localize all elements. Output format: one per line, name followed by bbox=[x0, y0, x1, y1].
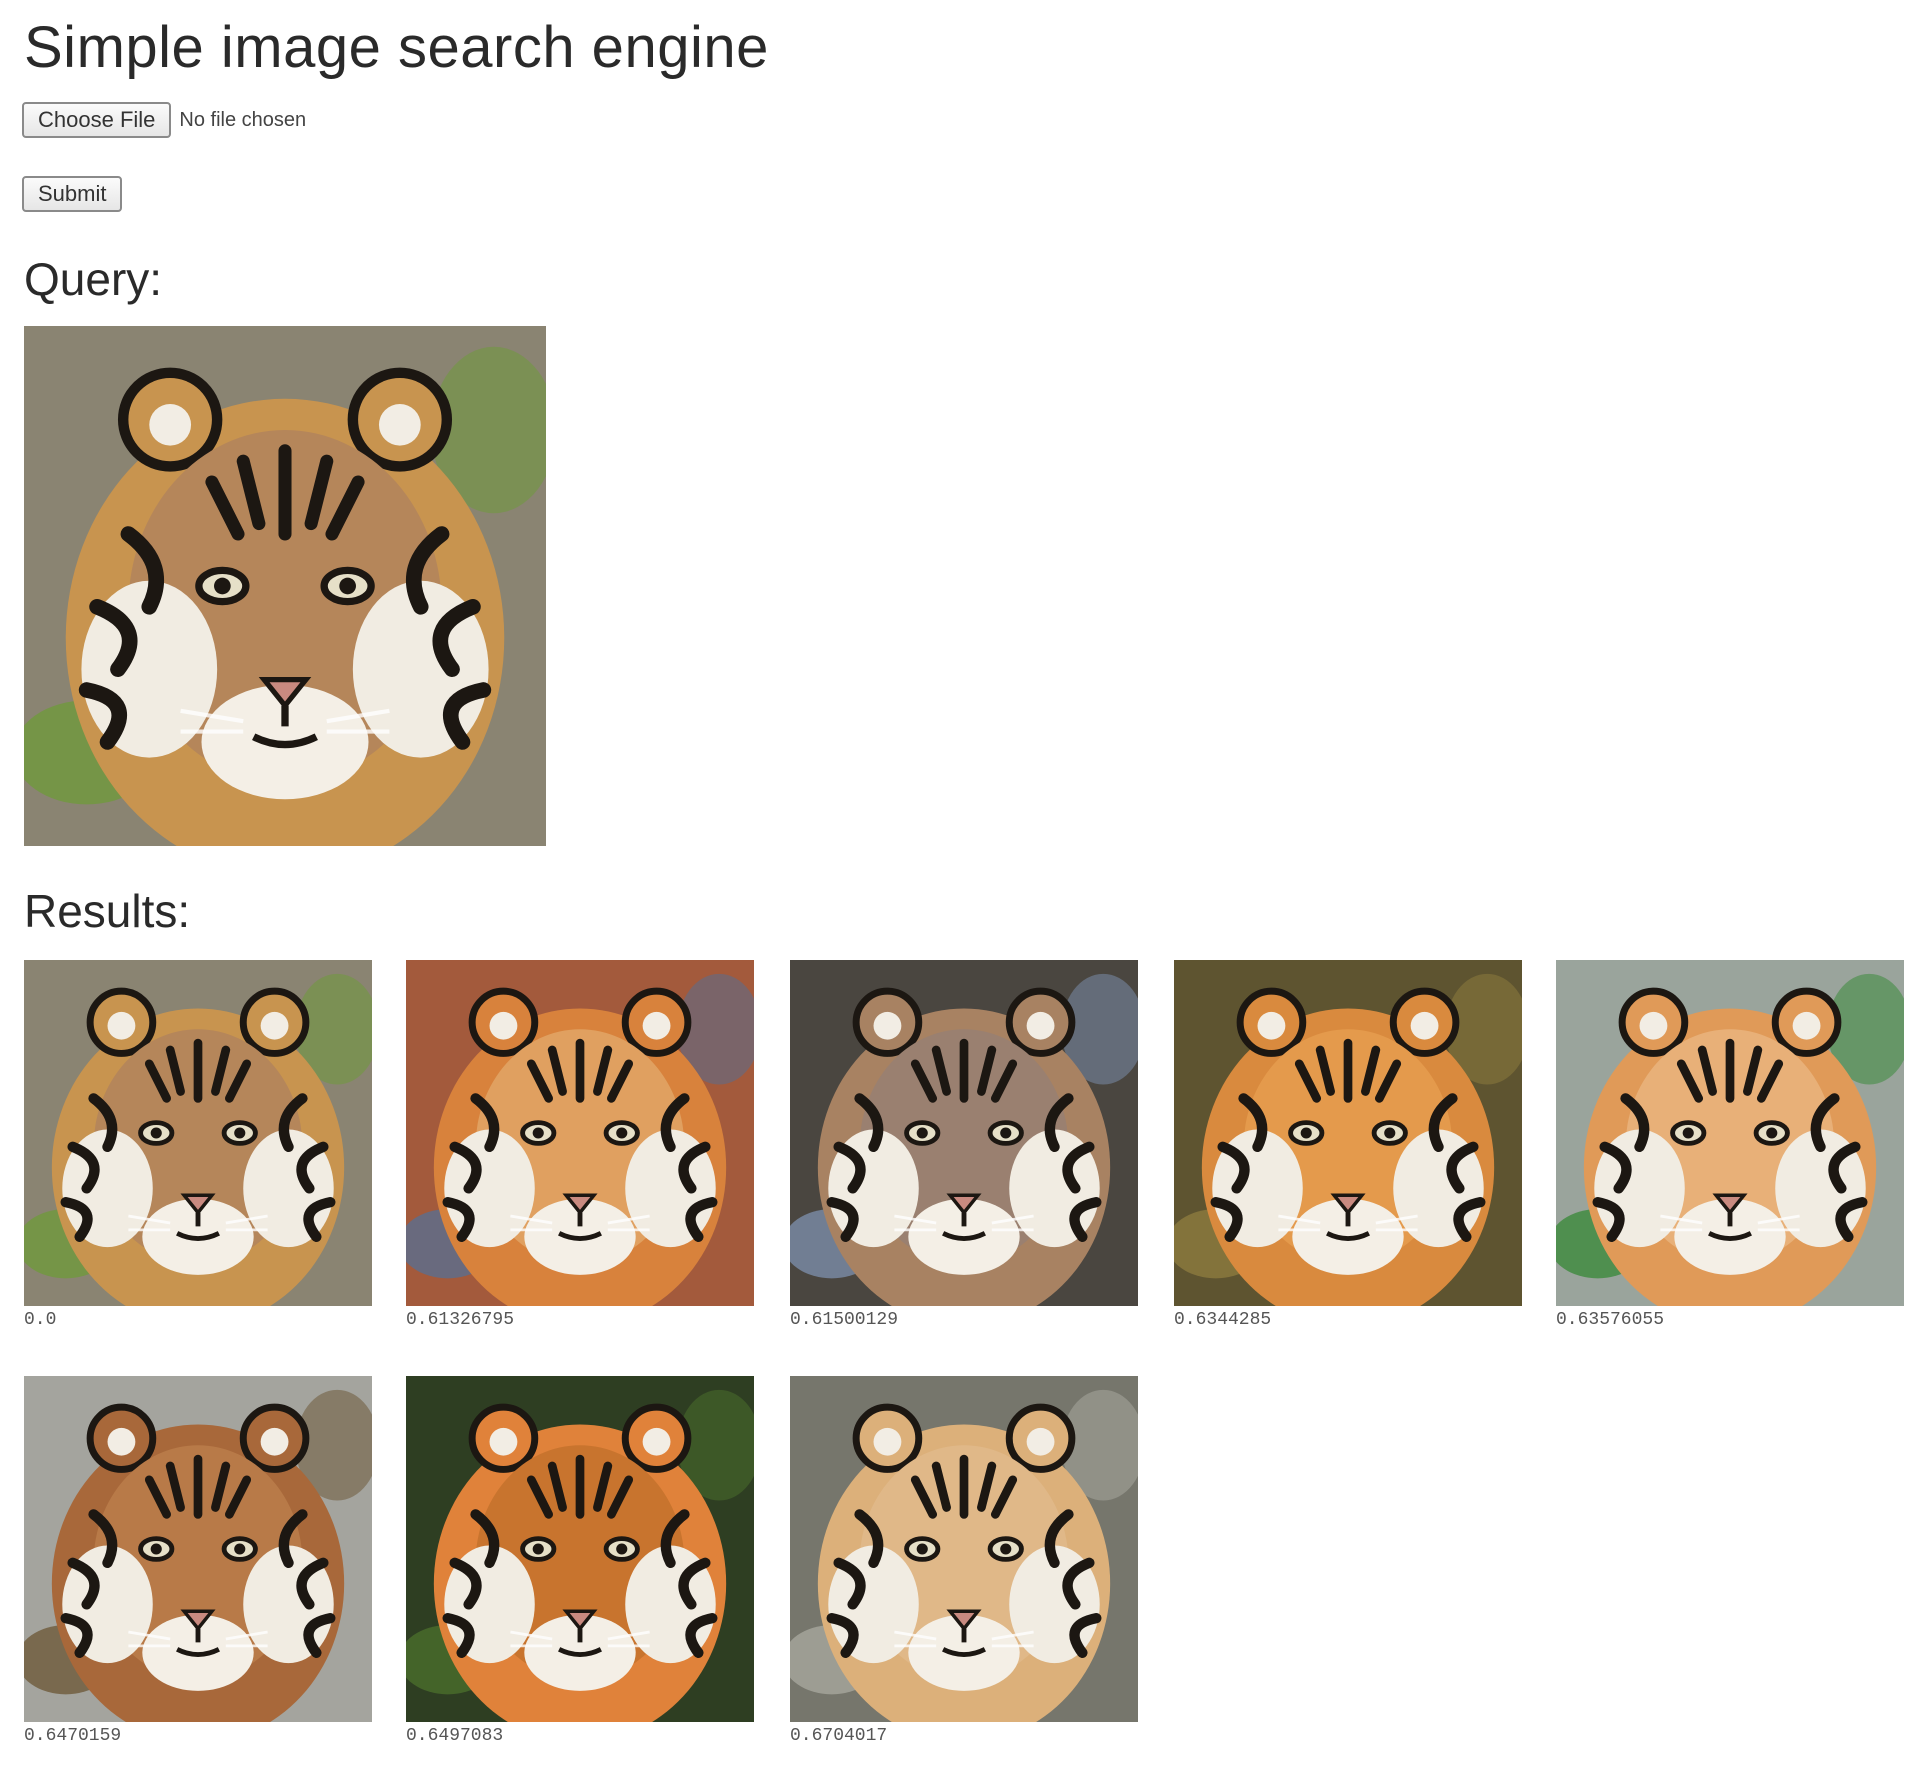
result-score: 0.61326795 bbox=[406, 1310, 515, 1330]
result-thumbnail[interactable] bbox=[24, 960, 372, 1306]
result-score: 0.6470159 bbox=[24, 1726, 122, 1746]
result-tiger-photo bbox=[24, 1376, 372, 1722]
file-upload: Choose File No file chosen bbox=[22, 102, 306, 138]
query-image bbox=[24, 326, 546, 846]
result-thumbnail[interactable] bbox=[406, 1376, 754, 1722]
file-status-text: No file chosen bbox=[179, 108, 307, 131]
result-item[interactable]: 0.0 bbox=[24, 960, 372, 1330]
result-thumbnail[interactable] bbox=[790, 960, 1138, 1306]
results-heading: Results: bbox=[24, 885, 191, 937]
result-score: 0.6344285 bbox=[1174, 1310, 1272, 1330]
result-item[interactable]: 0.6704017 bbox=[790, 1376, 1138, 1746]
result-item[interactable]: 0.63576055 bbox=[1556, 960, 1904, 1330]
result-thumbnail[interactable] bbox=[24, 1376, 372, 1722]
submit-button[interactable]: Submit bbox=[22, 176, 123, 212]
result-tiger-photo bbox=[1174, 960, 1522, 1306]
query-tiger-photo bbox=[24, 326, 546, 846]
result-thumbnail[interactable] bbox=[1174, 960, 1522, 1306]
result-thumbnail[interactable] bbox=[790, 1376, 1138, 1722]
result-score: 0.6497083 bbox=[406, 1726, 504, 1746]
result-tiger-photo bbox=[24, 960, 372, 1306]
result-item[interactable]: 0.61326795 bbox=[406, 960, 754, 1330]
query-heading: Query: bbox=[24, 253, 163, 305]
page-title: Simple image search engine bbox=[24, 15, 769, 80]
result-item[interactable]: 0.6344285 bbox=[1174, 960, 1522, 1330]
result-score: 0.0 bbox=[24, 1310, 57, 1330]
result-item[interactable]: 0.6470159 bbox=[24, 1376, 372, 1746]
result-score: 0.63576055 bbox=[1556, 1310, 1665, 1330]
result-score: 0.6704017 bbox=[790, 1726, 888, 1746]
result-tiger-photo bbox=[1556, 960, 1904, 1306]
result-item[interactable]: 0.6497083 bbox=[406, 1376, 754, 1746]
result-tiger-photo bbox=[406, 1376, 754, 1722]
result-tiger-photo bbox=[790, 1376, 1138, 1722]
result-thumbnail[interactable] bbox=[406, 960, 754, 1306]
result-tiger-photo bbox=[790, 960, 1138, 1306]
result-item[interactable]: 0.61500129 bbox=[790, 960, 1138, 1330]
result-tiger-photo bbox=[406, 960, 754, 1306]
result-thumbnail[interactable] bbox=[1556, 960, 1904, 1306]
result-score: 0.61500129 bbox=[790, 1310, 899, 1330]
choose-file-button[interactable]: Choose File bbox=[22, 102, 172, 138]
